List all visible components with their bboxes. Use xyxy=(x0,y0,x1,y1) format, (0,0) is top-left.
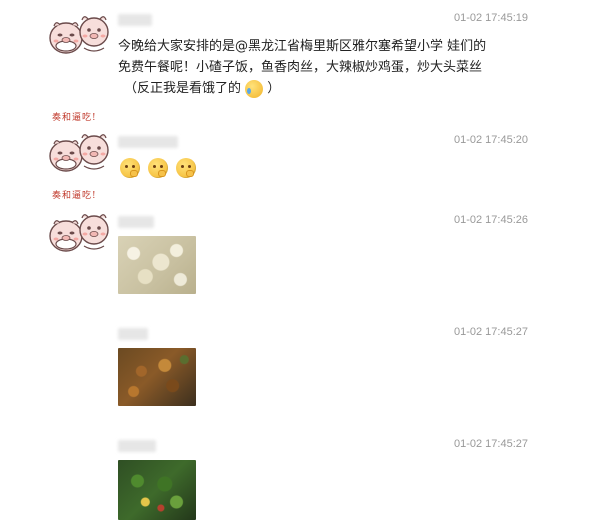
avatar[interactable] xyxy=(44,8,114,60)
message-timestamp: 01-02 17:45:27 xyxy=(453,326,528,338)
thinking-icon xyxy=(148,158,168,178)
message-timestamp: 01-02 17:45:19 xyxy=(453,12,528,24)
message-text: 今晚给大家安排的是@黑龙江省梅里斯区雅尔塞希望小学 娃们的 免费午餐呢！小碴子饭… xyxy=(118,36,538,99)
chat-message: 01-02 17:45:19 今晚给大家安排的是@黑龙江省梅里斯区雅尔塞希望小学… xyxy=(0,0,600,110)
message-timestamp: 01-02 17:45:20 xyxy=(453,134,528,146)
message-text-line: （反正我是看饿了的 ） xyxy=(124,79,281,98)
message-timestamp: 01-02 17:45:27 xyxy=(453,438,528,450)
chat-message: 01-02 17:45:27 xyxy=(0,318,600,418)
chat-message: 奏和逼吃! 01-02 17:45:26 xyxy=(0,184,600,304)
pig-avatar-icon xyxy=(44,126,114,178)
avatar-caption: 奏和逼吃! xyxy=(52,113,97,123)
avatar-caption: 奏和逼吃! xyxy=(52,191,97,201)
sender-name-blurred xyxy=(118,328,148,340)
thinking-icon xyxy=(120,158,140,178)
rice-photo[interactable] xyxy=(118,236,196,294)
pig-avatar-icon xyxy=(44,206,114,258)
chat-message: 01-02 17:45:27 xyxy=(0,430,600,531)
avatar[interactable] xyxy=(44,206,114,258)
sender-name-blurred xyxy=(118,216,154,228)
message-text-line: 免费午餐呢！小碴子饭，鱼香肉丝，大辣椒炒鸡蛋，炒大头菜丝 xyxy=(118,60,483,75)
message-timestamp: 01-02 17:45:26 xyxy=(453,214,528,226)
sender-name-blurred xyxy=(118,136,178,148)
avatar[interactable] xyxy=(44,126,114,178)
emoji-row xyxy=(120,158,196,178)
message-text-line: 今晚给大家安排的是@黑龙江省梅里斯区雅尔塞希望小学 娃们的 xyxy=(118,39,487,54)
pig-avatar-icon xyxy=(44,8,114,60)
laugh-cry-icon xyxy=(245,79,264,98)
shredded-pork-photo[interactable] xyxy=(118,348,196,406)
sender-name-blurred xyxy=(118,14,152,26)
thinking-icon xyxy=(176,158,196,178)
stir-fried-greens-photo[interactable] xyxy=(118,460,196,520)
sender-name-blurred xyxy=(118,440,156,452)
